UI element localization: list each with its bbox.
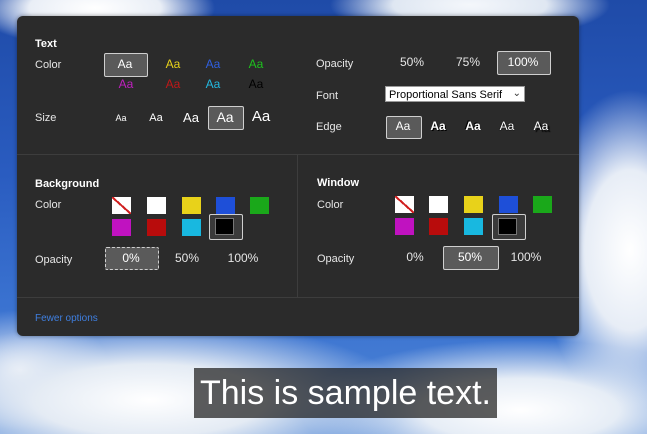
background-opacity-50[interactable]: 50%: [169, 247, 205, 269]
window-color-none[interactable]: [395, 196, 414, 213]
window-color-black[interactable]: [498, 218, 517, 235]
background-color-cyan[interactable]: [182, 219, 201, 236]
text-opacity-100[interactable]: 100%: [497, 51, 549, 73]
text-opacity-75[interactable]: 75%: [448, 51, 488, 73]
text-size-large[interactable]: Aa: [208, 107, 242, 127]
background-color-white[interactable]: [147, 197, 166, 214]
background-color-black[interactable]: [215, 218, 234, 235]
text-color-magenta[interactable]: Aa: [112, 74, 140, 94]
column-divider: [297, 155, 298, 297]
window-color-green[interactable]: [533, 196, 552, 213]
background-color-green[interactable]: [250, 197, 269, 214]
background-color-none[interactable]: [112, 197, 131, 214]
text-size-medium[interactable]: Aa: [177, 108, 205, 128]
window-opacity-50[interactable]: 50%: [443, 246, 497, 268]
background-opacity-0[interactable]: 0%: [105, 247, 157, 269]
background-color-yellow[interactable]: [182, 197, 201, 214]
text-opacity-50[interactable]: 50%: [392, 51, 432, 73]
window-color-magenta[interactable]: [395, 218, 414, 235]
text-edge-depressed[interactable]: Aa: [459, 116, 487, 136]
window-color-white[interactable]: [429, 196, 448, 213]
text-color-label: Color: [35, 59, 62, 71]
text-size-xlarge[interactable]: Aa: [246, 107, 276, 127]
window-opacity-100[interactable]: 100%: [504, 246, 548, 268]
text-color-blue[interactable]: Aa: [199, 54, 227, 74]
section-divider: [17, 154, 579, 155]
background-opacity-100[interactable]: 100%: [221, 247, 265, 269]
text-size-small[interactable]: Aa: [143, 108, 169, 128]
background-section-title: Background: [35, 178, 100, 190]
background-color-red[interactable]: [147, 219, 166, 236]
background-color-label: Color: [35, 199, 62, 211]
background-opacity-label: Opacity: [35, 254, 73, 266]
text-size-label: Size: [35, 112, 57, 124]
window-color-blue[interactable]: [499, 196, 518, 213]
window-opacity-0[interactable]: 0%: [399, 246, 431, 268]
background-color-magenta[interactable]: [112, 219, 131, 236]
window-color-cyan[interactable]: [464, 218, 483, 235]
window-color-label: Color: [317, 199, 344, 211]
text-color-yellow[interactable]: Aa: [159, 54, 187, 74]
text-section-title: Text: [35, 38, 57, 50]
fewer-options-link[interactable]: Fewer options: [35, 313, 98, 324]
text-size-xsmall[interactable]: Aa: [109, 108, 133, 128]
text-color-cyan[interactable]: Aa: [199, 74, 227, 94]
text-edge-drop-shadow[interactable]: Aa: [527, 116, 555, 136]
caption-sample-text: This is sample text.: [194, 368, 497, 418]
window-section-title: Window: [317, 177, 360, 189]
text-edge-label: Edge: [316, 121, 342, 133]
window-color-yellow[interactable]: [464, 196, 483, 213]
background-color-blue[interactable]: [216, 197, 235, 214]
text-edge-uniform[interactable]: Aa: [493, 116, 521, 136]
text-edge-raised[interactable]: Aa: [424, 116, 452, 136]
window-color-red[interactable]: [429, 218, 448, 235]
font-select-value: Proportional Sans Serif: [389, 89, 503, 101]
footer-divider: [17, 297, 579, 298]
text-color-green[interactable]: Aa: [242, 54, 270, 74]
captions-settings-panel: Text Color Aa Aa Aa Aa Aa Aa Aa Aa Size …: [17, 16, 579, 336]
text-font-label: Font: [316, 90, 339, 102]
window-opacity-label: Opacity: [317, 253, 355, 265]
font-select[interactable]: Proportional Sans Serif ⌄: [385, 86, 525, 102]
text-color-white[interactable]: Aa: [104, 54, 146, 74]
text-opacity-label: Opacity: [316, 58, 354, 70]
text-color-black[interactable]: Aa: [242, 74, 270, 94]
text-edge-none[interactable]: Aa: [386, 116, 420, 136]
chevron-down-icon: ⌄: [512, 88, 521, 99]
text-color-red[interactable]: Aa: [159, 74, 187, 94]
